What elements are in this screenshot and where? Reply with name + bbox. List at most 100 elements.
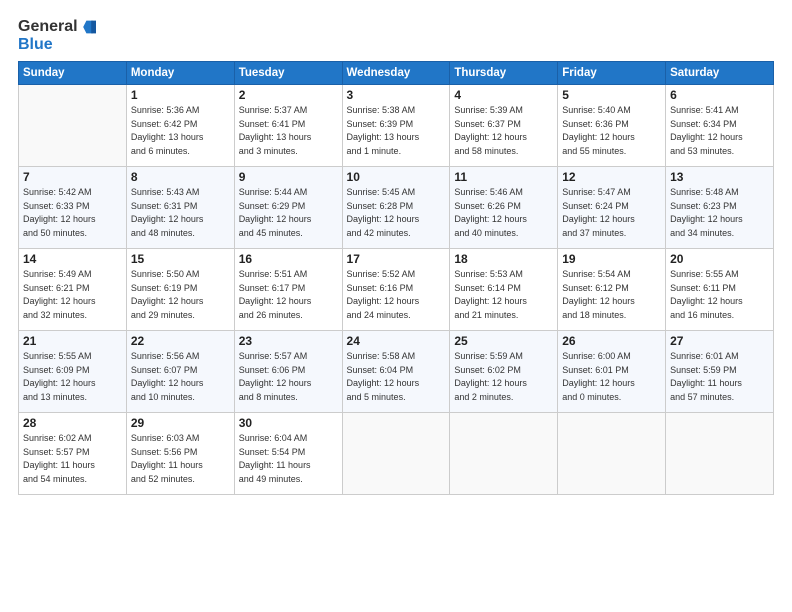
- table-row: [19, 85, 127, 167]
- table-row: [558, 413, 666, 495]
- day-info: Sunrise: 5:59 AMSunset: 6:02 PMDaylight:…: [454, 350, 553, 404]
- day-info: Sunrise: 5:48 AMSunset: 6:23 PMDaylight:…: [670, 186, 769, 240]
- table-row: 15 Sunrise: 5:50 AMSunset: 6:19 PMDayligh…: [126, 249, 234, 331]
- table-row: 29 Sunrise: 6:03 AMSunset: 5:56 PMDayligh…: [126, 413, 234, 495]
- weekday-header-row: Sunday Monday Tuesday Wednesday Thursday…: [19, 62, 774, 85]
- table-row: 25 Sunrise: 5:59 AMSunset: 6:02 PMDayligh…: [450, 331, 558, 413]
- table-row: 16 Sunrise: 5:51 AMSunset: 6:17 PMDayligh…: [234, 249, 342, 331]
- day-info: Sunrise: 5:43 AMSunset: 6:31 PMDaylight:…: [131, 186, 230, 240]
- day-number: 24: [347, 334, 446, 348]
- table-row: [342, 413, 450, 495]
- calendar-table: Sunday Monday Tuesday Wednesday Thursday…: [18, 61, 774, 495]
- day-number: 27: [670, 334, 769, 348]
- table-row: 7Sunrise: 5:42 AMSunset: 6:33 PMDaylight…: [19, 167, 127, 249]
- day-info: Sunrise: 5:45 AMSunset: 6:28 PMDaylight:…: [347, 186, 446, 240]
- header-saturday: Saturday: [666, 62, 774, 85]
- table-row: 20 Sunrise: 5:55 AMSunset: 6:11 PMDayligh…: [666, 249, 774, 331]
- header-tuesday: Tuesday: [234, 62, 342, 85]
- day-number: 10: [347, 170, 446, 184]
- header: General Blue: [18, 18, 774, 53]
- day-number: 9: [239, 170, 338, 184]
- day-info: Sunrise: 6:03 AMSunset: 5:56 PMDaylight:…: [131, 432, 230, 486]
- day-number: 25: [454, 334, 553, 348]
- table-row: 12 Sunrise: 5:47 AMSunset: 6:24 PMDayligh…: [558, 167, 666, 249]
- day-number: 16: [239, 252, 338, 266]
- day-info: Sunrise: 5:56 AMSunset: 6:07 PMDaylight:…: [131, 350, 230, 404]
- header-friday: Friday: [558, 62, 666, 85]
- day-info: Sunrise: 5:41 AMSunset: 6:34 PMDaylight:…: [670, 104, 769, 158]
- day-number: 3: [347, 88, 446, 102]
- table-row: 11 Sunrise: 5:46 AMSunset: 6:26 PMDayligh…: [450, 167, 558, 249]
- day-info: Sunrise: 6:01 AMSunset: 5:59 PMDaylight:…: [670, 350, 769, 404]
- table-row: 18 Sunrise: 5:53 AMSunset: 6:14 PMDayligh…: [450, 249, 558, 331]
- table-row: [450, 413, 558, 495]
- logo-text-blue: Blue: [18, 36, 53, 54]
- day-number: 18: [454, 252, 553, 266]
- logo: General Blue: [18, 18, 96, 53]
- day-number: 21: [23, 334, 122, 348]
- header-thursday: Thursday: [450, 62, 558, 85]
- day-info: Sunrise: 5:38 AMSunset: 6:39 PMDaylight:…: [347, 104, 446, 158]
- day-number: 13: [670, 170, 769, 184]
- day-info: Sunrise: 5:52 AMSunset: 6:16 PMDaylight:…: [347, 268, 446, 322]
- table-row: [666, 413, 774, 495]
- day-info: Sunrise: 5:54 AMSunset: 6:12 PMDaylight:…: [562, 268, 661, 322]
- day-number: 1: [131, 88, 230, 102]
- day-number: 6: [670, 88, 769, 102]
- day-number: 23: [239, 334, 338, 348]
- table-row: 2 Sunrise: 5:37 AMSunset: 6:41 PMDaylight…: [234, 85, 342, 167]
- table-row: 9 Sunrise: 5:44 AMSunset: 6:29 PMDaylight…: [234, 167, 342, 249]
- day-info: Sunrise: 5:47 AMSunset: 6:24 PMDaylight:…: [562, 186, 661, 240]
- day-info: Sunrise: 5:46 AMSunset: 6:26 PMDaylight:…: [454, 186, 553, 240]
- day-number: 30: [239, 416, 338, 430]
- page: General Blue Sunday Monday Tuesday Wedne…: [0, 0, 792, 612]
- day-number: 22: [131, 334, 230, 348]
- day-info: Sunrise: 5:39 AMSunset: 6:37 PMDaylight:…: [454, 104, 553, 158]
- day-info: Sunrise: 5:53 AMSunset: 6:14 PMDaylight:…: [454, 268, 553, 322]
- table-row: 23 Sunrise: 5:57 AMSunset: 6:06 PMDayligh…: [234, 331, 342, 413]
- day-info: Sunrise: 5:42 AMSunset: 6:33 PMDaylight:…: [23, 186, 122, 240]
- day-number: 26: [562, 334, 661, 348]
- day-number: 12: [562, 170, 661, 184]
- day-info: Sunrise: 5:44 AMSunset: 6:29 PMDaylight:…: [239, 186, 338, 240]
- day-info: Sunrise: 5:37 AMSunset: 6:41 PMDaylight:…: [239, 104, 338, 158]
- table-row: 22 Sunrise: 5:56 AMSunset: 6:07 PMDayligh…: [126, 331, 234, 413]
- day-info: Sunrise: 5:57 AMSunset: 6:06 PMDaylight:…: [239, 350, 338, 404]
- day-info: Sunrise: 5:40 AMSunset: 6:36 PMDaylight:…: [562, 104, 661, 158]
- table-row: 26Sunrise: 6:00 AMSunset: 6:01 PMDayligh…: [558, 331, 666, 413]
- table-row: 24 Sunrise: 5:58 AMSunset: 6:04 PMDayligh…: [342, 331, 450, 413]
- day-info: Sunrise: 5:58 AMSunset: 6:04 PMDaylight:…: [347, 350, 446, 404]
- day-number: 19: [562, 252, 661, 266]
- table-row: 21 Sunrise: 5:55 AMSunset: 6:09 PMDayligh…: [19, 331, 127, 413]
- table-row: 27 Sunrise: 6:01 AMSunset: 5:59 PMDayligh…: [666, 331, 774, 413]
- day-info: Sunrise: 5:51 AMSunset: 6:17 PMDaylight:…: [239, 268, 338, 322]
- table-row: 1Sunrise: 5:36 AMSunset: 6:42 PMDaylight…: [126, 85, 234, 167]
- day-number: 11: [454, 170, 553, 184]
- day-number: 5: [562, 88, 661, 102]
- day-info: Sunrise: 5:49 AMSunset: 6:21 PMDaylight:…: [23, 268, 122, 322]
- day-number: 2: [239, 88, 338, 102]
- header-sunday: Sunday: [19, 62, 127, 85]
- logo-text-general: General: [18, 18, 96, 36]
- table-row: 8Sunrise: 5:43 AMSunset: 6:31 PMDaylight…: [126, 167, 234, 249]
- table-row: 10 Sunrise: 5:45 AMSunset: 6:28 PMDayligh…: [342, 167, 450, 249]
- table-row: 30Sunrise: 6:04 AMSunset: 5:54 PMDayligh…: [234, 413, 342, 495]
- day-info: Sunrise: 5:50 AMSunset: 6:19 PMDaylight:…: [131, 268, 230, 322]
- table-row: 3 Sunrise: 5:38 AMSunset: 6:39 PMDaylight…: [342, 85, 450, 167]
- header-wednesday: Wednesday: [342, 62, 450, 85]
- table-row: 28Sunrise: 6:02 AMSunset: 5:57 PMDayligh…: [19, 413, 127, 495]
- day-number: 17: [347, 252, 446, 266]
- day-info: Sunrise: 5:55 AMSunset: 6:11 PMDaylight:…: [670, 268, 769, 322]
- day-number: 29: [131, 416, 230, 430]
- table-row: 4 Sunrise: 5:39 AMSunset: 6:37 PMDaylight…: [450, 85, 558, 167]
- day-number: 28: [23, 416, 122, 430]
- day-info: Sunrise: 5:55 AMSunset: 6:09 PMDaylight:…: [23, 350, 122, 404]
- header-monday: Monday: [126, 62, 234, 85]
- table-row: 13 Sunrise: 5:48 AMSunset: 6:23 PMDayligh…: [666, 167, 774, 249]
- day-number: 20: [670, 252, 769, 266]
- day-number: 15: [131, 252, 230, 266]
- day-number: 4: [454, 88, 553, 102]
- table-row: 5 Sunrise: 5:40 AMSunset: 6:36 PMDaylight…: [558, 85, 666, 167]
- table-row: 6 Sunrise: 5:41 AMSunset: 6:34 PMDaylight…: [666, 85, 774, 167]
- table-row: 17 Sunrise: 5:52 AMSunset: 6:16 PMDayligh…: [342, 249, 450, 331]
